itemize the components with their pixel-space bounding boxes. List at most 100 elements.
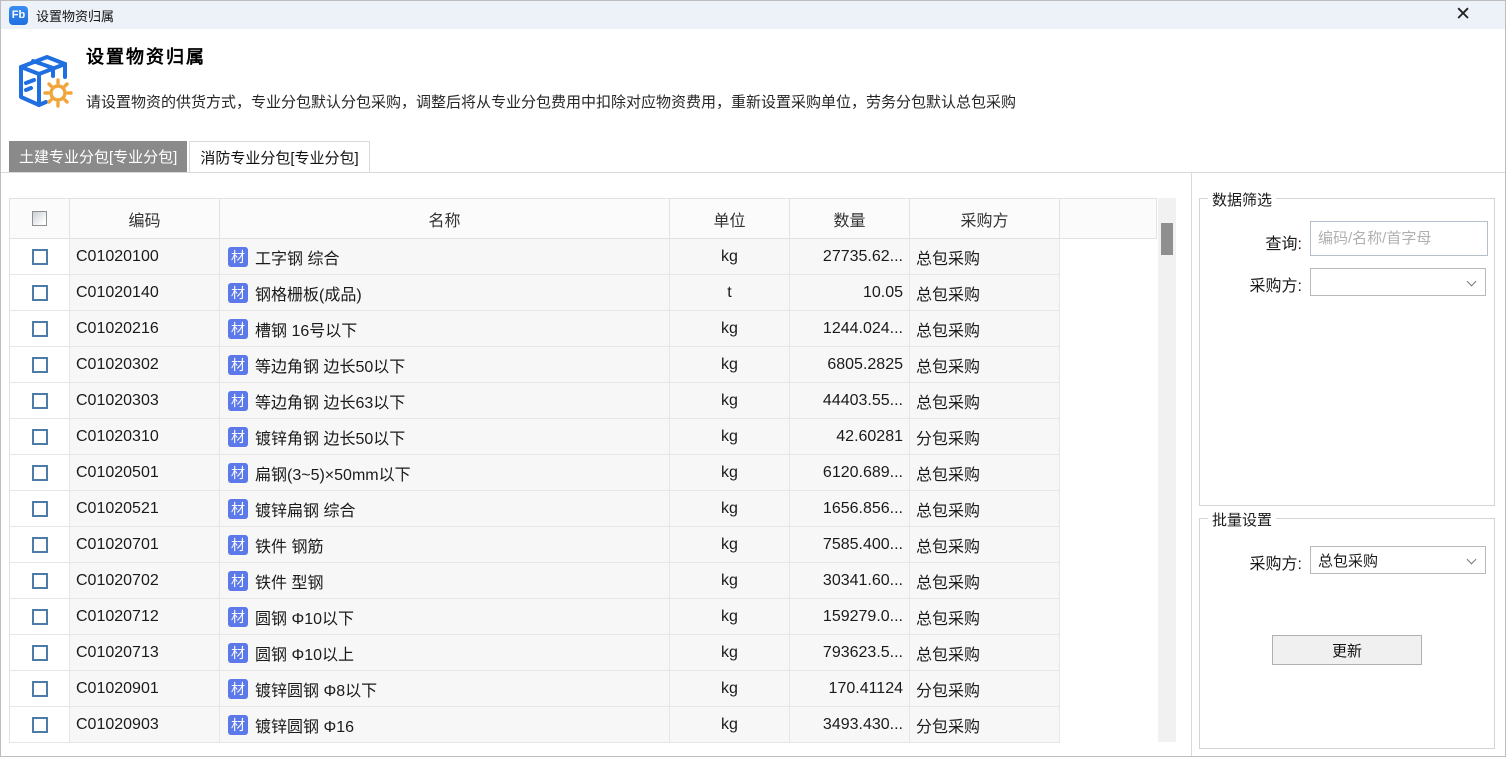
cell-code: C01020521 bbox=[70, 491, 220, 527]
table-row[interactable]: C01020901 材 镀锌圆钢 Φ8以下 kg 170.41124 分包采购 bbox=[10, 671, 1157, 707]
row-checkbox[interactable] bbox=[32, 537, 48, 553]
row-checkbox[interactable] bbox=[32, 357, 48, 373]
cell-qty: 3493.430... bbox=[790, 707, 910, 743]
material-badge-icon: 材 bbox=[228, 643, 248, 663]
table-row[interactable]: C01020713 材 圆钢 Φ10以上 kg 793623.5... 总包采购 bbox=[10, 635, 1157, 671]
cell-qty: 6805.2825 bbox=[790, 347, 910, 383]
table-row[interactable]: C01020521 材 镀锌扁钢 综合 kg 1656.856... 总包采购 bbox=[10, 491, 1157, 527]
cell-name: 材 铁件 钢筋 bbox=[220, 527, 670, 563]
row-checkbox[interactable] bbox=[32, 285, 48, 301]
scrollbar-thumb[interactable] bbox=[1161, 223, 1173, 255]
cell-unit: kg bbox=[670, 455, 790, 491]
tab-fire-subcontract[interactable]: 消防专业分包[专业分包] bbox=[189, 141, 369, 172]
cell-unit: kg bbox=[670, 491, 790, 527]
row-checkbox[interactable] bbox=[32, 609, 48, 625]
cell-unit: t bbox=[670, 275, 790, 311]
row-checkbox-cell bbox=[10, 527, 70, 563]
row-checkbox[interactable] bbox=[32, 249, 48, 265]
row-checkbox-cell bbox=[10, 599, 70, 635]
row-checkbox-cell bbox=[10, 563, 70, 599]
material-name: 等边角钢 边长63以下 bbox=[255, 389, 405, 413]
cell-code: C01020901 bbox=[70, 671, 220, 707]
row-checkbox[interactable] bbox=[32, 393, 48, 409]
row-checkbox[interactable] bbox=[32, 465, 48, 481]
cell-unit: kg bbox=[670, 599, 790, 635]
content-top-border bbox=[1, 172, 1505, 173]
filter-group-title: 数据筛选 bbox=[1208, 189, 1276, 210]
cell-qty: 10.05 bbox=[790, 275, 910, 311]
table-header-row: 编码 名称 单位 数量 采购方 bbox=[10, 199, 1157, 239]
cell-buyer: 总包采购 bbox=[910, 347, 1060, 383]
row-checkbox[interactable] bbox=[32, 501, 48, 517]
cell-code: C01020100 bbox=[70, 239, 220, 275]
update-button[interactable]: 更新 bbox=[1272, 635, 1422, 665]
row-checkbox-cell bbox=[10, 707, 70, 743]
batch-settings-group: 批量设置 采购方: 总包采购 更新 bbox=[1199, 518, 1495, 749]
row-checkbox[interactable] bbox=[32, 717, 48, 733]
cell-code: C01020903 bbox=[70, 707, 220, 743]
cell-code: C01020140 bbox=[70, 275, 220, 311]
dialog-header: 设置物资归属 请设置物资的供货方式，专业分包默认分包采购，调整后将从专业分包费用… bbox=[1, 29, 1505, 141]
material-name: 工字钢 综合 bbox=[255, 245, 339, 269]
column-header-empty bbox=[1060, 199, 1157, 239]
table-row[interactable]: C01020701 材 铁件 钢筋 kg 7585.400... 总包采购 bbox=[10, 527, 1157, 563]
cell-name: 材 槽钢 16号以下 bbox=[220, 311, 670, 347]
batch-buyer-select[interactable]: 总包采购 bbox=[1310, 546, 1486, 574]
cell-name: 材 镀锌圆钢 Φ16 bbox=[220, 707, 670, 743]
cell-code: C01020216 bbox=[70, 311, 220, 347]
table-row[interactable]: C01020702 材 铁件 型钢 kg 30341.60... 总包采购 bbox=[10, 563, 1157, 599]
table-row[interactable]: C01020216 材 槽钢 16号以下 kg 1244.024... 总包采购 bbox=[10, 311, 1157, 347]
cell-code: C01020302 bbox=[70, 347, 220, 383]
row-checkbox[interactable] bbox=[32, 681, 48, 697]
table-row[interactable]: C01020100 材 工字钢 综合 kg 27735.62... 总包采购 bbox=[10, 239, 1157, 275]
material-badge-icon: 材 bbox=[228, 607, 248, 627]
material-name: 钢格栅板(成品) bbox=[255, 281, 362, 305]
table-row[interactable]: C01020903 材 镀锌圆钢 Φ16 kg 3493.430... 分包采购 bbox=[10, 707, 1157, 743]
table-row[interactable]: C01020303 材 等边角钢 边长63以下 kg 44403.55... 总… bbox=[10, 383, 1157, 419]
material-badge-icon: 材 bbox=[228, 463, 248, 483]
chevron-down-icon bbox=[1467, 277, 1477, 287]
row-checkbox[interactable] bbox=[32, 321, 48, 337]
material-name: 铁件 型钢 bbox=[255, 569, 323, 593]
cell-unit: kg bbox=[670, 383, 790, 419]
window-title: 设置物资归属 bbox=[36, 6, 114, 25]
table-body: C01020100 材 工字钢 综合 kg 27735.62... 总包采购 C… bbox=[10, 239, 1157, 743]
cell-buyer: 分包采购 bbox=[910, 707, 1060, 743]
row-checkbox[interactable] bbox=[32, 573, 48, 589]
filter-buyer-select[interactable] bbox=[1310, 268, 1486, 296]
cell-buyer: 分包采购 bbox=[910, 671, 1060, 707]
cell-name: 材 工字钢 综合 bbox=[220, 239, 670, 275]
material-badge-icon: 材 bbox=[228, 319, 248, 339]
row-checkbox-cell bbox=[10, 419, 70, 455]
table-row[interactable]: C01020310 材 镀锌角钢 边长50以下 kg 42.60281 分包采购 bbox=[10, 419, 1157, 455]
material-badge-icon: 材 bbox=[228, 571, 248, 591]
row-checkbox[interactable] bbox=[32, 429, 48, 445]
tab-civil-subcontract[interactable]: 土建专业分包[专业分包] bbox=[9, 141, 187, 172]
select-all-checkbox[interactable] bbox=[32, 211, 47, 226]
material-name: 镀锌圆钢 Φ16 bbox=[255, 713, 354, 737]
dialog-window: Fb 设置物资归属 ✕ bbox=[0, 0, 1506, 757]
material-name: 镀锌角钢 边长50以下 bbox=[255, 425, 405, 449]
cell-name: 材 等边角钢 边长63以下 bbox=[220, 383, 670, 419]
materials-table: 编码 名称 单位 数量 采购方 C01020100 材 工字钢 综合 kg 27… bbox=[9, 198, 1157, 743]
page-title: 设置物资归属 bbox=[86, 43, 206, 69]
table-scrollbar[interactable] bbox=[1158, 198, 1176, 742]
cell-unit: kg bbox=[670, 239, 790, 275]
cell-name: 材 等边角钢 边长50以下 bbox=[220, 347, 670, 383]
table-row[interactable]: C01020712 材 圆钢 Φ10以下 kg 159279.0... 总包采购 bbox=[10, 599, 1157, 635]
cell-buyer: 总包采购 bbox=[910, 455, 1060, 491]
table-row[interactable]: C01020140 材 钢格栅板(成品) t 10.05 总包采购 bbox=[10, 275, 1157, 311]
cell-name: 材 镀锌角钢 边长50以下 bbox=[220, 419, 670, 455]
material-name: 圆钢 Φ10以下 bbox=[255, 605, 354, 629]
cell-code: C01020501 bbox=[70, 455, 220, 491]
cell-qty: 42.60281 bbox=[790, 419, 910, 455]
table-row[interactable]: C01020302 材 等边角钢 边长50以下 kg 6805.2825 总包采… bbox=[10, 347, 1157, 383]
close-icon[interactable]: ✕ bbox=[1455, 1, 1471, 29]
material-badge-icon: 材 bbox=[228, 679, 248, 699]
query-input[interactable] bbox=[1310, 221, 1488, 256]
table-row[interactable]: C01020501 材 扁钢(3~5)×50mm以下 kg 6120.689..… bbox=[10, 455, 1157, 491]
row-checkbox[interactable] bbox=[32, 645, 48, 661]
cell-name: 材 圆钢 Φ10以上 bbox=[220, 635, 670, 671]
column-header-buyer: 采购方 bbox=[910, 199, 1060, 239]
cell-unit: kg bbox=[670, 671, 790, 707]
